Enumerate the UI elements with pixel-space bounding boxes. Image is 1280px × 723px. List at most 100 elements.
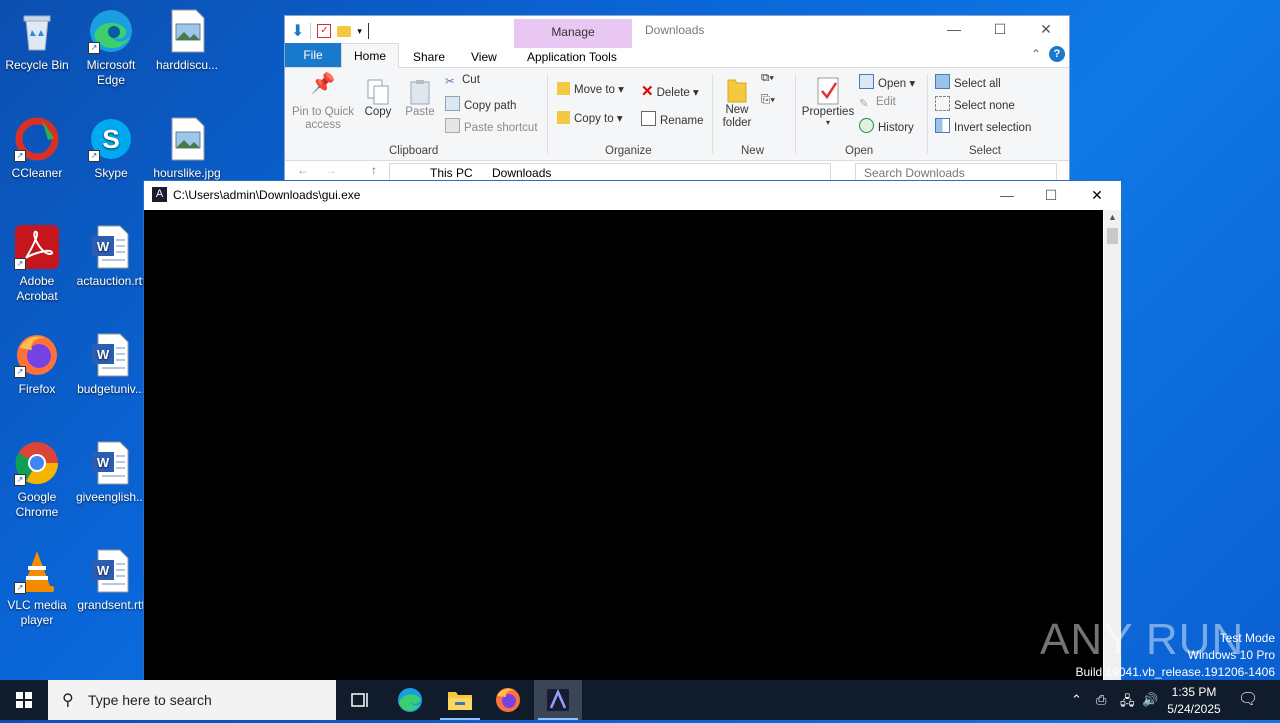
breadcrumb-downloads[interactable]: Downloads	[492, 166, 551, 180]
desktop-icon-acrobat[interactable]: ↗ Adobe Acrobat	[1, 224, 73, 304]
minimize-button[interactable]: —	[984, 181, 1030, 209]
address-bar-row: ← → ↑ This PC Downloads Search Downloads	[285, 161, 1069, 183]
network-icon[interactable]: 🖧	[1120, 692, 1135, 714]
edit-pencil-icon: ✎	[859, 98, 869, 110]
help-icon[interactable]: ?	[1049, 46, 1065, 62]
minimize-button[interactable]: —	[931, 16, 977, 43]
forward-arrow-icon[interactable]: →	[325, 163, 337, 177]
maximize-button[interactable]: ☐	[1028, 181, 1074, 209]
console-output[interactable]	[144, 210, 1103, 681]
move-to-button[interactable]: Move to ▾	[557, 82, 624, 96]
select-none-button[interactable]: Select none	[935, 96, 1015, 112]
open-icon	[859, 74, 874, 89]
copy-button[interactable]: Copy	[361, 78, 395, 118]
acrobat-icon: ↗	[14, 224, 60, 270]
tab-view[interactable]: View	[463, 47, 505, 67]
desktop-icon-edge[interactable]: ↗ Microsoft Edge	[75, 8, 147, 88]
quick-access-toolbar: ⬇ ✓ ▾	[291, 21, 369, 41]
desktop-icon-giveenglish[interactable]: W giveenglish...	[75, 440, 147, 505]
group-label-select: Select	[969, 145, 1001, 157]
select-none-icon	[935, 96, 950, 111]
up-arrow-icon[interactable]: ↑	[371, 163, 377, 177]
tab-file[interactable]: File	[285, 43, 341, 67]
desktop-icon-harddiscu[interactable]: harddiscu...	[151, 8, 223, 73]
taskbar-search-input[interactable]: ⚲ Type here to search	[48, 680, 336, 720]
shortcut-arrow-icon: ↗	[14, 366, 26, 378]
desktop-icon-skype[interactable]: S ↗ Skype	[75, 116, 147, 181]
desktop-icon-actauction[interactable]: W actauction.rtf	[75, 224, 147, 289]
desktop-icon-ccleaner[interactable]: ↗ CCleaner	[1, 116, 73, 181]
file-explorer-window[interactable]: ⬇ ✓ ▾ Manage Downloads — ☐ ✕ File Home S…	[284, 15, 1070, 197]
desktop-icon-budgetuniv[interactable]: W budgetuniv...	[75, 332, 147, 397]
copy-path-button[interactable]: Copy path	[445, 96, 516, 112]
desktop-icon-recycle-bin[interactable]: Recycle Bin	[1, 8, 73, 73]
scrollbar-thumb[interactable]	[1107, 228, 1118, 244]
show-hidden-icons-icon[interactable]: ⌃	[1071, 692, 1082, 708]
close-button[interactable]: ✕	[1074, 181, 1120, 209]
desktop-icon-label: harddiscu...	[155, 58, 219, 72]
paste-button[interactable]: Paste	[403, 78, 437, 118]
edit-button[interactable]: ✎ Edit	[859, 96, 896, 110]
desktop-icon-vlc[interactable]: ↗ VLC media player	[1, 548, 73, 628]
group-divider	[927, 74, 928, 154]
open-button[interactable]: Open ▾	[859, 74, 915, 90]
invert-selection-button[interactable]: Invert selection	[935, 118, 1031, 134]
cut-button[interactable]: ✂ Cut	[445, 74, 480, 88]
select-all-label: Select all	[954, 78, 1001, 90]
folder-icon	[719, 74, 755, 104]
copy-path-label: Copy path	[464, 100, 517, 112]
collapse-ribbon-icon[interactable]: ⌃	[1031, 47, 1041, 61]
taskbar-edge[interactable]	[386, 680, 434, 720]
history-clock-icon	[859, 118, 874, 133]
properties-button[interactable]: Properties ▾	[801, 76, 855, 127]
new-folder-icon[interactable]	[337, 25, 352, 37]
taskbar-gui-exe[interactable]	[534, 680, 582, 720]
qat-dropdown-icon[interactable]: ▾	[357, 26, 362, 37]
device-icon[interactable]: ⎙	[1096, 692, 1106, 708]
vertical-scrollbar[interactable]: ▲	[1104, 210, 1121, 681]
paste-shortcut-button[interactable]: Paste shortcut	[445, 118, 538, 134]
console-window[interactable]: A C:\Users\admin\Downloads\gui.exe — ☐ ✕…	[143, 180, 1122, 682]
properties-check-icon	[801, 76, 855, 106]
pin-quick-access-button[interactable]: 📌 Pin to Quick access	[291, 74, 355, 132]
explorer-titlebar[interactable]: ⬇ ✓ ▾ Manage Downloads — ☐ ✕	[285, 16, 1069, 48]
desktop-icon-label: actauction.rtf	[76, 274, 146, 288]
taskbar-firefox[interactable]	[484, 680, 532, 720]
task-view-button[interactable]	[336, 680, 384, 720]
tab-home[interactable]: Home	[341, 43, 399, 68]
scroll-up-icon[interactable]: ▲	[1104, 212, 1121, 222]
select-all-button[interactable]: Select all	[935, 74, 1001, 90]
clock[interactable]: 1:35 PM 5/24/2025	[1162, 684, 1226, 718]
download-arrow-icon[interactable]: ⬇	[291, 21, 304, 41]
test-mode-watermark: Test Mode Windows 10 Pro Build 19041.vb_…	[1076, 630, 1276, 681]
tab-share[interactable]: Share	[405, 47, 453, 67]
desktop-icon-grandsent[interactable]: W grandsent.rtf	[75, 548, 147, 613]
breadcrumb-this-pc[interactable]: This PC	[430, 166, 473, 180]
notification-icon[interactable]: 🗨	[1238, 689, 1258, 709]
desktop-icon-hourslike[interactable]: hourslike.jpg	[151, 116, 223, 181]
console-titlebar[interactable]: A C:\Users\admin\Downloads\gui.exe — ☐ ✕	[144, 181, 1121, 209]
skype-icon: S ↗	[88, 116, 134, 162]
start-button[interactable]	[0, 680, 48, 720]
close-button[interactable]: ✕	[1023, 16, 1069, 43]
new-folder-button[interactable]: New folder	[719, 74, 755, 130]
new-folder-label: New folder	[722, 104, 752, 129]
delete-button[interactable]: ✕ Delete ▾	[641, 82, 699, 100]
properties-check-icon[interactable]: ✓	[317, 24, 332, 38]
cut-label: Cut	[462, 74, 480, 86]
svg-text:W: W	[97, 455, 110, 470]
back-arrow-icon[interactable]: ←	[297, 163, 309, 177]
easy-access-button[interactable]: ⎘▾	[761, 94, 775, 107]
maximize-button[interactable]: ☐	[977, 16, 1023, 43]
copy-to-button[interactable]: Copy to ▾	[557, 111, 623, 125]
desktop-icon-firefox[interactable]: ↗ Firefox	[1, 332, 73, 397]
edge-icon: ↗	[88, 8, 134, 54]
easy-access-icon: ⎘▾	[761, 94, 776, 106]
volume-icon[interactable]: 🔊	[1142, 692, 1158, 708]
desktop-icon-chrome[interactable]: ↗ Google Chrome	[1, 440, 73, 520]
history-button[interactable]: History	[859, 118, 914, 134]
rename-button[interactable]: Rename	[641, 111, 703, 127]
taskbar-file-explorer[interactable]	[436, 680, 484, 720]
new-item-button[interactable]: ⧉▾	[761, 72, 774, 85]
tab-application-tools[interactable]: Application Tools	[519, 47, 625, 67]
